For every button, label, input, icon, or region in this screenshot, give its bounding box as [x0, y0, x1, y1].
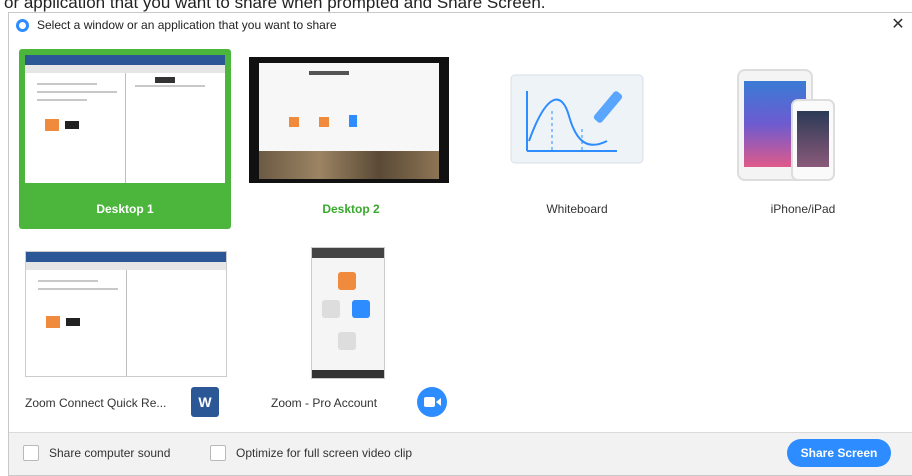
- tile-label: Zoom Connect Quick Re...: [25, 396, 167, 410]
- zoom-header: [312, 248, 384, 258]
- tile-desktop-2[interactable]: Desktop 2: [245, 49, 457, 229]
- tile-zoom-pro-account[interactable]: Zoom - Pro Account: [245, 239, 457, 419]
- page-divider: [126, 270, 127, 376]
- mini-thumb-orange: [289, 117, 299, 127]
- tile-iphone-ipad[interactable]: iPhone/iPad: [697, 49, 909, 229]
- zoom-window-thumbnail: [311, 247, 385, 379]
- word-ribbon: [25, 55, 225, 65]
- desk-photo: [259, 151, 439, 179]
- mini-thumb-orange: [319, 117, 329, 127]
- tile-label: Desktop 1: [96, 202, 154, 216]
- browser-window: [259, 63, 439, 151]
- share-sound-checkbox[interactable]: [23, 445, 39, 461]
- tile-label: iPhone/iPad: [770, 202, 836, 216]
- whiteboard-icon: [510, 74, 644, 164]
- dark-block: [155, 77, 175, 83]
- desktop-2-thumbnail: [249, 57, 449, 183]
- iphone-screen: [797, 111, 829, 167]
- tile-label: Whiteboard: [546, 202, 608, 216]
- tile-zoom-connect-quick[interactable]: Zoom Connect Quick Re... W: [19, 239, 231, 419]
- tile-whiteboard[interactable]: Whiteboard: [471, 49, 683, 229]
- page-divider: [125, 73, 126, 183]
- header-bar: [309, 71, 349, 75]
- text-line: [37, 99, 87, 101]
- text-line: [38, 280, 98, 282]
- title-bar: Select a window or an application that y…: [9, 13, 912, 39]
- word-icon: W: [191, 387, 219, 417]
- iphone-device-icon: [791, 99, 835, 181]
- text-line: [38, 288, 118, 290]
- mini-thumb-orange: [46, 316, 60, 328]
- zoom-new-meeting-icon: [338, 272, 356, 290]
- word-ribbon: [26, 252, 226, 262]
- word-toolbar: [25, 65, 225, 73]
- mini-thumb-blue: [349, 115, 357, 127]
- zoom-footer: [312, 370, 384, 378]
- mini-thumb-dark: [65, 121, 79, 129]
- tile-label: Zoom - Pro Account: [271, 396, 378, 410]
- zoom-camera-lens: [436, 398, 441, 406]
- zoom-share-icon: [338, 332, 356, 350]
- desktop-1-thumbnail: [25, 55, 225, 183]
- word-toolbar: [26, 262, 226, 270]
- word-window-thumbnail: [25, 251, 227, 377]
- mini-thumb-orange: [45, 119, 59, 131]
- share-screen-dialog: Select a window or an application that y…: [8, 12, 912, 476]
- text-line: [135, 85, 205, 87]
- mini-thumb-dark: [66, 318, 80, 326]
- text-line: [37, 83, 97, 85]
- optimize-video-label: Optimize for full screen video clip: [236, 446, 413, 460]
- zoom-schedule-icon: [352, 300, 370, 318]
- footer-bar: Share computer sound Optimize for full s…: [9, 432, 912, 475]
- zoom-join-icon: [322, 300, 340, 318]
- optimize-video-checkbox[interactable]: [210, 445, 226, 461]
- text-line: [37, 91, 117, 93]
- tile-desktop-1[interactable]: Desktop 1: [19, 49, 231, 229]
- zoom-camera-body: [424, 397, 435, 407]
- share-sound-label: Share computer sound: [49, 446, 171, 460]
- dialog-title: Select a window or an application that y…: [37, 18, 337, 32]
- zoom-logo-icon: [16, 19, 29, 32]
- share-screen-button[interactable]: Share Screen: [787, 439, 891, 467]
- tile-label: Desktop 2: [322, 202, 380, 216]
- close-button[interactable]: ✕: [888, 15, 908, 35]
- zoom-icon: [417, 387, 447, 417]
